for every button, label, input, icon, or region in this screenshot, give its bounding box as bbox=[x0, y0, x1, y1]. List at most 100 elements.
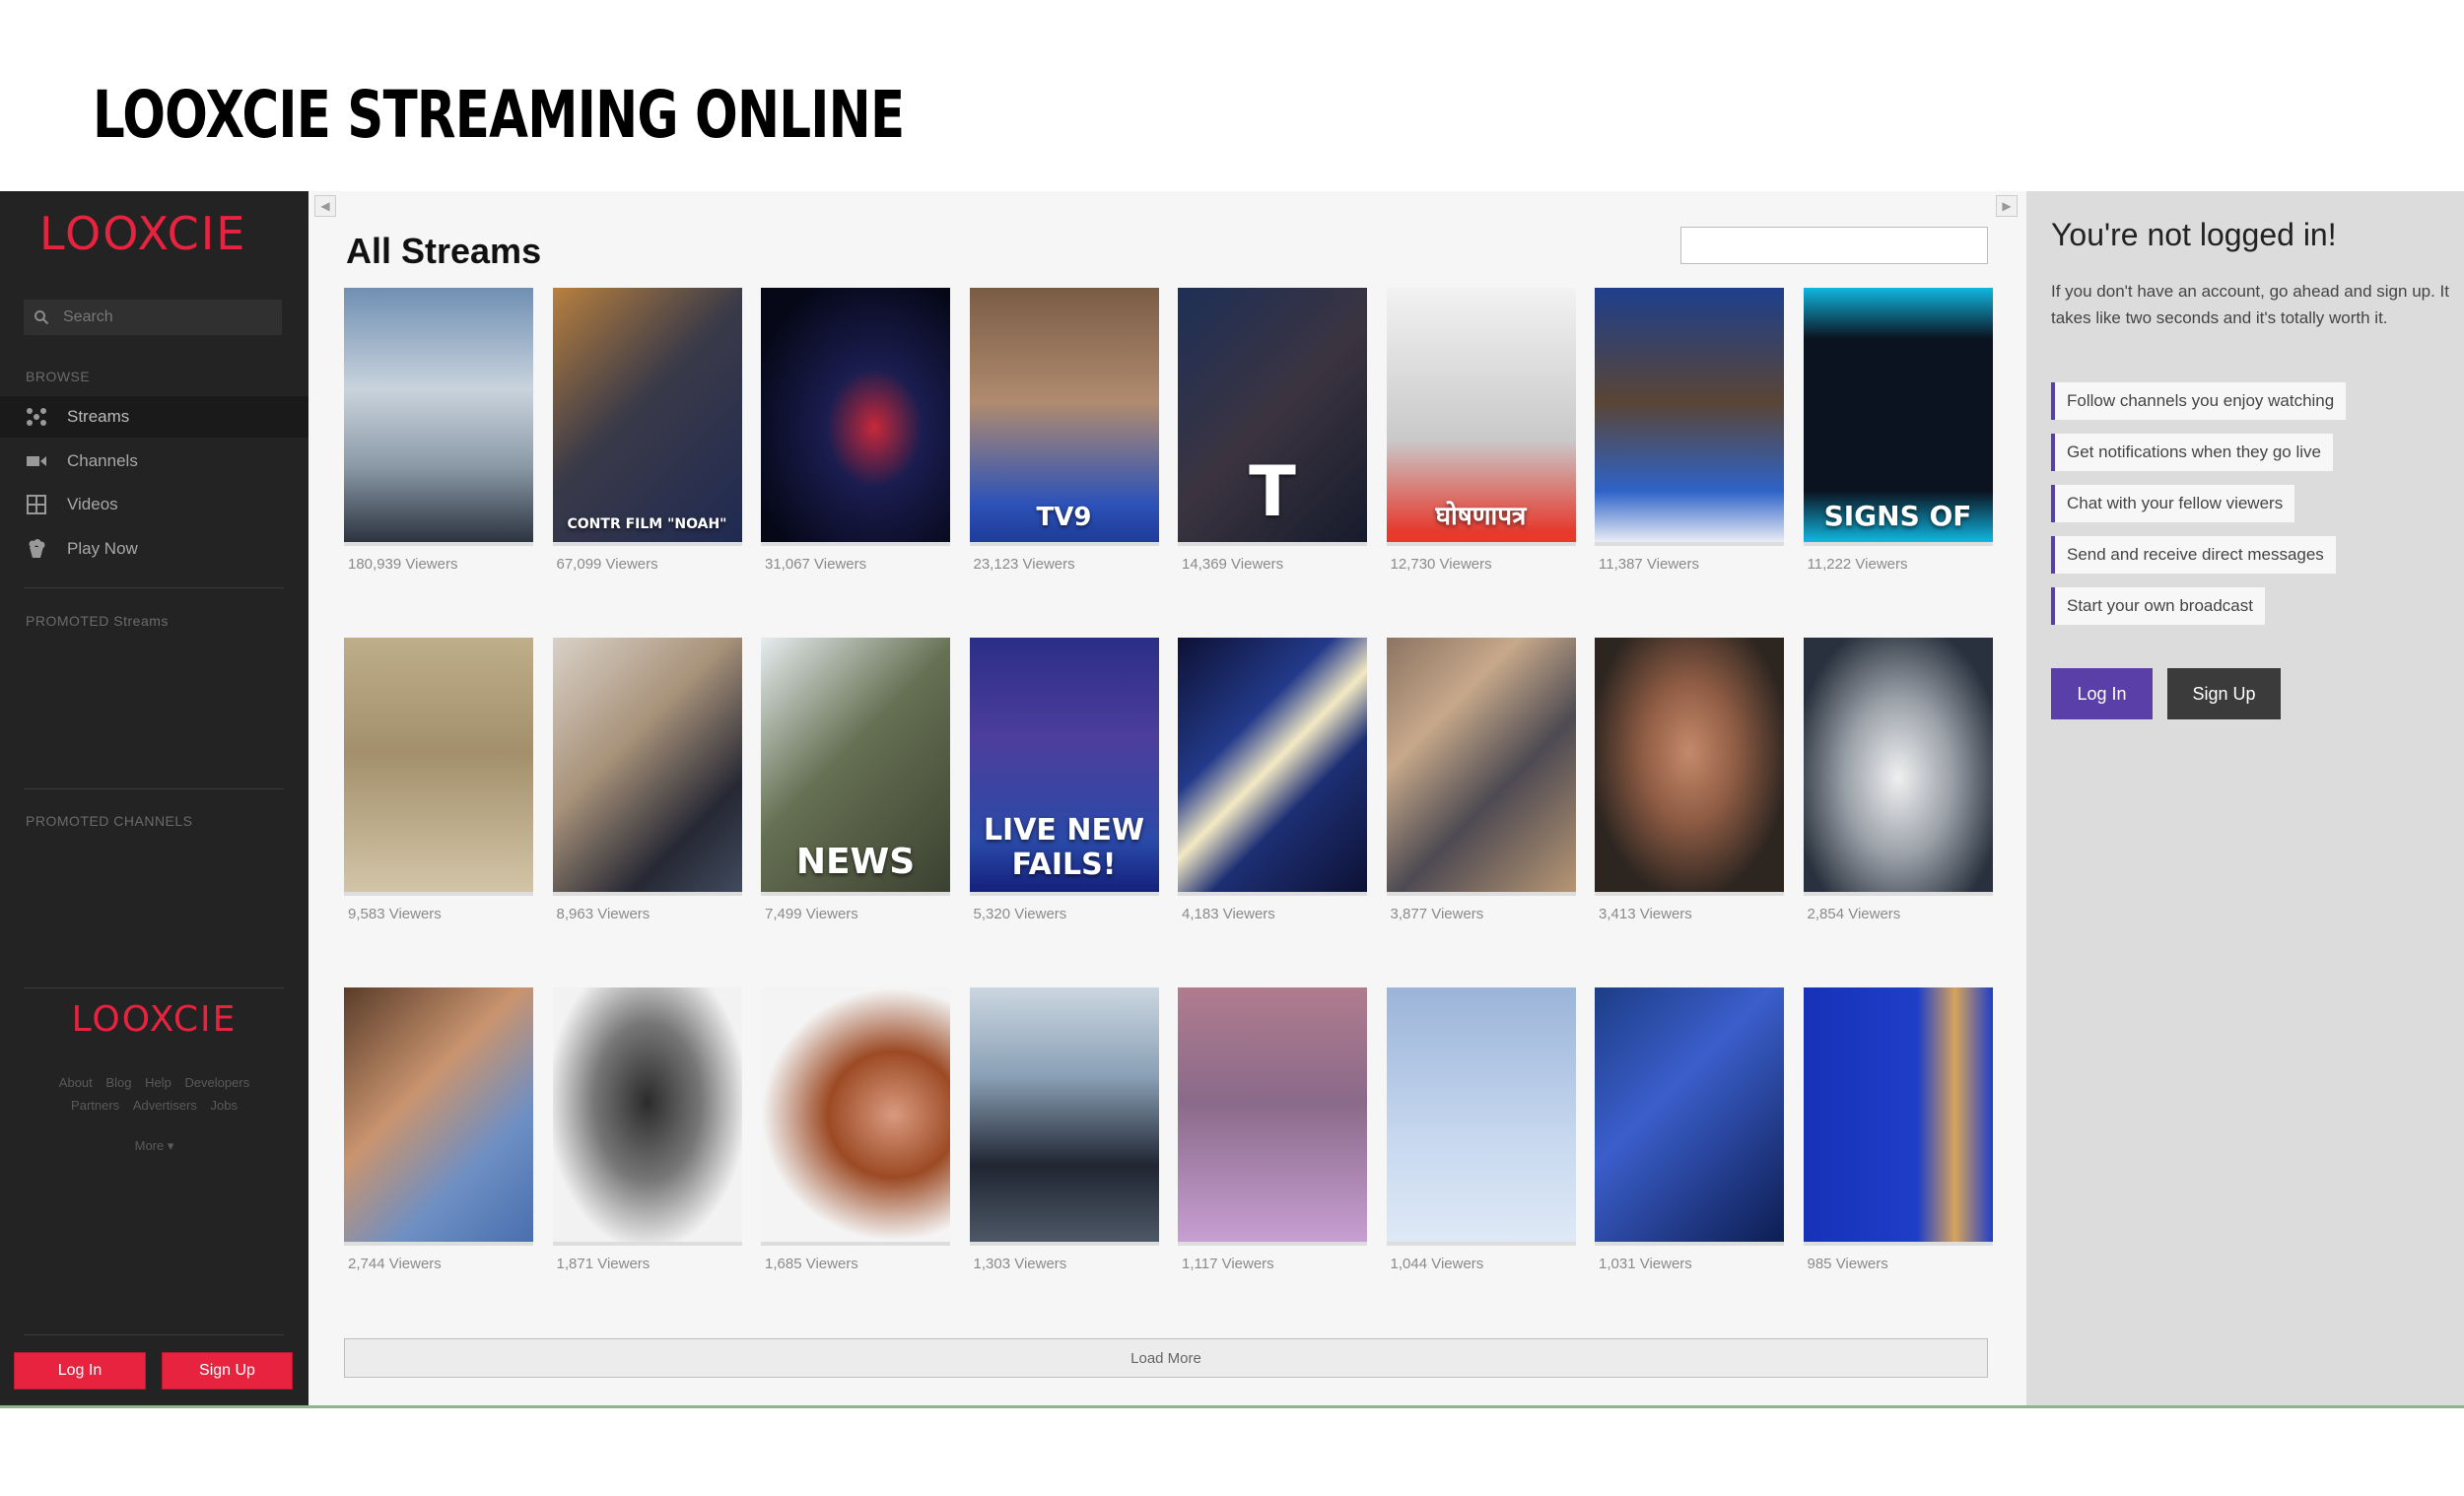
stream-tile[interactable]: LIVE NEW FAILS! 5,320 Viewers bbox=[969, 638, 1159, 987]
slide-title: LOOXCIE STREAMING ONLINE bbox=[93, 77, 905, 153]
stream-tile[interactable]: T 14,369 Viewers bbox=[1178, 288, 1367, 638]
collapse-right-button[interactable]: ▶ bbox=[1996, 195, 2018, 217]
stream-thumbnail[interactable] bbox=[552, 638, 742, 896]
viewer-count: 1,871 Viewers bbox=[556, 1256, 650, 1272]
stream-thumbnail[interactable] bbox=[1803, 987, 1993, 1246]
stream-tile[interactable]: 31,067 Viewers bbox=[761, 288, 950, 638]
sidebar-item-label: Videos bbox=[67, 495, 118, 513]
stream-thumbnail[interactable]: SIGNS OF bbox=[1803, 288, 1993, 546]
stream-thumbnail[interactable]: घोषणापत्र bbox=[1386, 288, 1576, 546]
collapse-left-button[interactable]: ◀ bbox=[314, 195, 336, 217]
stream-thumbnail[interactable] bbox=[344, 987, 533, 1246]
stream-thumbnail[interactable]: TV9 bbox=[969, 288, 1159, 546]
stream-tile[interactable]: 2,854 Viewers bbox=[1803, 638, 1993, 987]
stream-thumbnail[interactable] bbox=[1178, 987, 1367, 1246]
stream-thumbnail[interactable] bbox=[761, 288, 950, 546]
stream-tile[interactable]: 1,303 Viewers bbox=[969, 987, 1159, 1337]
chevron-right-icon: ▶ bbox=[2002, 199, 2012, 213]
viewer-count: 11,387 Viewers bbox=[1599, 556, 1700, 573]
stream-thumbnail[interactable]: T bbox=[1178, 288, 1367, 546]
login-panel: You're not logged in! If you don't have … bbox=[2027, 191, 2464, 1407]
viewer-count: 3,413 Viewers bbox=[1599, 906, 1692, 922]
stream-tile[interactable]: CONTR FILM "NOAH" 67,099 Viewers bbox=[552, 288, 742, 638]
stream-thumbnail[interactable] bbox=[552, 987, 742, 1246]
stream-tile[interactable]: 1,117 Viewers bbox=[1178, 987, 1367, 1337]
stream-tile[interactable]: 1,031 Viewers bbox=[1595, 987, 1784, 1337]
stream-thumbnail[interactable] bbox=[1386, 638, 1576, 896]
grid-icon bbox=[27, 495, 46, 514]
stream-thumbnail[interactable]: NEWS bbox=[761, 638, 950, 896]
looxcie-logo[interactable]: LOOXCIE bbox=[39, 207, 246, 260]
popcorn-icon bbox=[29, 539, 45, 558]
stream-thumbnail[interactable] bbox=[344, 288, 533, 546]
browse-label: BROWSE bbox=[26, 369, 91, 384]
stream-tile[interactable]: 985 Viewers bbox=[1803, 987, 1993, 1337]
stream-thumbnail[interactable] bbox=[1595, 987, 1784, 1246]
viewer-count: 9,583 Viewers bbox=[348, 906, 442, 922]
stream-thumbnail[interactable] bbox=[1178, 638, 1367, 896]
footer-link-help[interactable]: Help bbox=[145, 1075, 171, 1090]
footer-link-advertisers[interactable]: Advertisers bbox=[133, 1098, 197, 1113]
sidebar-item-play-now[interactable]: Play Now bbox=[0, 528, 308, 570]
viewer-count: 985 Viewers bbox=[1807, 1256, 1888, 1272]
streams-icon bbox=[27, 408, 46, 426]
viewer-count: 1,044 Viewers bbox=[1390, 1256, 1484, 1272]
sidebar-login-button[interactable]: Log In bbox=[14, 1352, 146, 1390]
sidebar-item-channels[interactable]: Channels bbox=[0, 441, 308, 482]
stream-tile[interactable]: 2,744 Viewers bbox=[344, 987, 533, 1337]
stream-tile[interactable]: 4,183 Viewers bbox=[1178, 638, 1367, 987]
stream-thumbnail[interactable] bbox=[1386, 987, 1576, 1246]
sidebar-item-label: Channels bbox=[67, 451, 138, 470]
footer-link-developers[interactable]: Developers bbox=[184, 1075, 249, 1090]
stream-tile[interactable]: 1,044 Viewers bbox=[1386, 987, 1576, 1337]
stream-tile[interactable]: NEWS 7,499 Viewers bbox=[761, 638, 950, 987]
search-placeholder: Search bbox=[63, 308, 113, 325]
feature-item: Get notifications when they go live bbox=[2051, 434, 2333, 471]
stream-tile[interactable]: 3,877 Viewers bbox=[1386, 638, 1576, 987]
panel-signup-button[interactable]: Sign Up bbox=[2167, 668, 2281, 719]
viewer-count: 2,854 Viewers bbox=[1807, 906, 1901, 922]
viewer-count: 7,499 Viewers bbox=[765, 906, 858, 922]
stream-tile[interactable]: 1,685 Viewers bbox=[761, 987, 950, 1337]
sidebar-item-streams[interactable]: Streams bbox=[0, 396, 308, 438]
panel-login-button[interactable]: Log In bbox=[2051, 668, 2153, 719]
footer-logo[interactable]: LOOXCIE bbox=[0, 999, 308, 1040]
stream-tile[interactable]: 3,413 Viewers bbox=[1595, 638, 1784, 987]
stream-thumbnail[interactable] bbox=[969, 987, 1159, 1246]
promoted-streams-label: PROMOTED Streams bbox=[26, 613, 169, 629]
stream-tile[interactable]: SIGNS OF 11,222 Viewers bbox=[1803, 288, 1993, 638]
sidebar-item-label: Play Now bbox=[67, 539, 138, 558]
footer-link-jobs[interactable]: Jobs bbox=[210, 1098, 237, 1113]
stream-tile[interactable]: 180,939 Viewers bbox=[344, 288, 533, 638]
stream-thumbnail[interactable]: LIVE NEW FAILS! bbox=[969, 638, 1159, 896]
stream-tile[interactable]: 8,963 Viewers bbox=[552, 638, 742, 987]
footer-link-about[interactable]: About bbox=[59, 1075, 93, 1090]
stream-tile[interactable]: TV9 23,123 Viewers bbox=[969, 288, 1159, 638]
viewer-count: 11,222 Viewers bbox=[1807, 556, 1908, 573]
load-more-button[interactable]: Load More bbox=[344, 1338, 1988, 1378]
footer-link-blog[interactable]: Blog bbox=[105, 1075, 131, 1090]
stream-tile[interactable]: 11,387 Viewers bbox=[1595, 288, 1784, 638]
stream-tile[interactable]: 1,871 Viewers bbox=[552, 987, 742, 1337]
stream-grid: 180,939 Viewers CONTR FILM "NOAH" 67,099 V… bbox=[344, 288, 2000, 1337]
footer-links-row: Partners Advertisers Jobs bbox=[0, 1095, 308, 1117]
sidebar-divider bbox=[24, 1334, 284, 1335]
footer-link-partners[interactable]: Partners bbox=[71, 1098, 119, 1113]
stream-search-input[interactable] bbox=[1680, 227, 1988, 264]
stream-thumbnail[interactable]: CONTR FILM "NOAH" bbox=[552, 288, 742, 546]
stream-thumbnail[interactable] bbox=[761, 987, 950, 1246]
stream-thumbnail[interactable] bbox=[1595, 288, 1784, 546]
sidebar-signup-button[interactable]: Sign Up bbox=[162, 1352, 293, 1390]
stream-thumbnail[interactable] bbox=[1595, 638, 1784, 896]
viewer-count: 2,744 Viewers bbox=[348, 1256, 442, 1272]
sidebar-item-videos[interactable]: Videos bbox=[0, 484, 308, 525]
stream-tile[interactable]: घोषणापत्र 12,730 Viewers bbox=[1386, 288, 1576, 638]
video-camera-icon bbox=[27, 456, 46, 466]
feature-item: Start your own broadcast bbox=[2051, 587, 2265, 625]
stream-tile[interactable]: 9,583 Viewers bbox=[344, 638, 533, 987]
stream-thumbnail[interactable] bbox=[344, 638, 533, 896]
promoted-channels-label: PROMOTED CHANNELS bbox=[26, 813, 193, 829]
stream-thumbnail[interactable] bbox=[1803, 638, 1993, 896]
more-dropdown[interactable]: More ▾ bbox=[0, 1135, 308, 1157]
sidebar-search-input[interactable]: Search bbox=[24, 300, 282, 335]
